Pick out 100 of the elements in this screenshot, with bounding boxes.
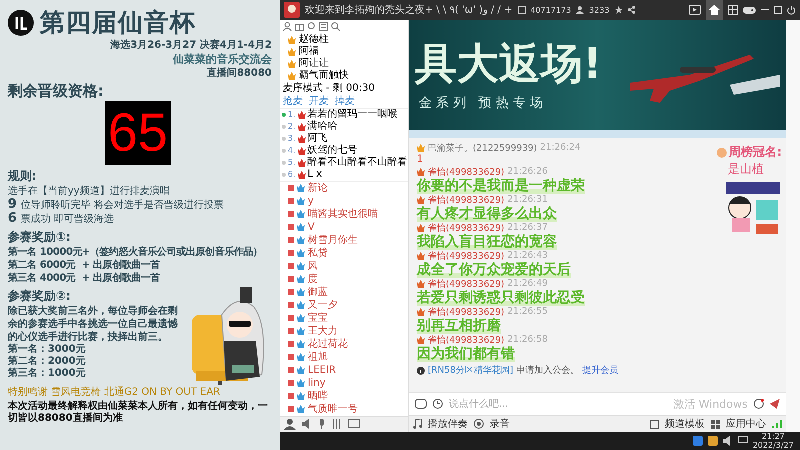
prize-extra: +（签约怒火音乐公司或出原创音乐作品） xyxy=(82,246,264,259)
message-sender: 雀怡(499833629) xyxy=(428,194,505,206)
prize-amount: 10000元 xyxy=(40,246,82,259)
crown-icon xyxy=(417,196,425,204)
prize-extra: + 出原创歌曲一首 xyxy=(82,272,162,285)
home-tab[interactable] xyxy=(706,0,723,20)
search-icon[interactable] xyxy=(331,22,340,31)
maximize-icon[interactable] xyxy=(774,6,782,14)
list-icon[interactable] xyxy=(319,22,328,31)
user-list-item[interactable]: y xyxy=(280,194,408,208)
toolbar-button[interactable]: 播放伴奏 xyxy=(428,417,468,431)
user-icon xyxy=(576,6,584,14)
queue-action-link[interactable]: 抢麦 xyxy=(283,96,303,107)
user-list-item[interactable]: 祖旭 xyxy=(280,350,408,364)
user-list-item[interactable]: 晒哔 xyxy=(280,390,408,403)
queue-rank: 4. xyxy=(288,144,296,157)
prize-line: 第一名：3000元 xyxy=(8,344,87,356)
user-icon[interactable] xyxy=(283,22,292,31)
avatar-icon[interactable] xyxy=(284,418,296,430)
queue-item[interactable]: 4. 妖驾的七号 xyxy=(280,144,408,157)
rule-text: 票成功 即可晋级海选 xyxy=(21,213,114,226)
message-sender: 巴渝菜子。(2122599939) xyxy=(428,142,538,154)
user-list-item[interactable]: 宝宝 xyxy=(280,312,408,325)
user-list-item[interactable]: 新论 xyxy=(280,182,408,195)
queue-action-link[interactable]: 开麦 xyxy=(309,96,329,107)
rule-text: 选手在【当前yy频道】进行排麦演唱 xyxy=(8,185,170,198)
event-subtitle: 仙菜菜的音乐交流会 xyxy=(173,52,272,67)
share-icon[interactable] xyxy=(628,6,636,14)
video-icon[interactable] xyxy=(689,5,701,15)
clock-icon[interactable] xyxy=(433,399,443,409)
medal-icon xyxy=(717,148,728,158)
grid-icon[interactable] xyxy=(728,5,738,15)
user-list-item[interactable]: LEEIR xyxy=(280,364,408,377)
user-list-item[interactable]: 度 xyxy=(280,272,408,286)
emoji-icon[interactable] xyxy=(415,399,427,409)
channel-tree-item[interactable]: 阿让让 xyxy=(280,58,408,70)
user-list-item[interactable]: 花过荷花 xyxy=(280,338,408,351)
crown-icon xyxy=(417,144,425,152)
star-icon[interactable] xyxy=(614,6,623,14)
prize-extra: + 出原创歌曲一首 xyxy=(82,259,162,272)
notice-link[interactable]: 提升会员 xyxy=(582,364,618,377)
send-icon[interactable] xyxy=(770,399,780,409)
room-number: 直播间88080 xyxy=(207,67,272,80)
channel-tree-item[interactable]: 赵德柱 xyxy=(280,34,408,46)
activation-watermark: 激活 Windows xyxy=(673,396,748,412)
user-list-item[interactable]: 御蓝 xyxy=(280,286,408,299)
chat-bubble-icon[interactable] xyxy=(754,399,764,409)
message-time: 21:26:24 xyxy=(540,143,581,153)
reward-description: 除已获大奖前三名外，每位导师会在剩余的参赛选手中各挑选一位自己最遗憾的心仪选手进行比赛，抉择出前三。 xyxy=(8,305,179,344)
power-icon[interactable] xyxy=(787,6,796,14)
user-list-item[interactable]: 树雪月你生 xyxy=(280,234,408,247)
sponsor-text: 特别鸣谢 雪风电竞椅 北通G2 ON BY OUT EAR xyxy=(8,387,222,399)
speaker-icon[interactable] xyxy=(302,419,312,430)
user-list-item[interactable]: liny xyxy=(280,376,408,390)
channel-tree-item[interactable]: 阿福 xyxy=(280,46,408,58)
message-text: 别再互相折磨 xyxy=(417,318,501,334)
queue-item[interactable]: 6. L x xyxy=(280,168,408,181)
user-list-item[interactable]: 风 xyxy=(280,260,408,273)
crown-icon xyxy=(417,224,425,232)
record-icon xyxy=(474,419,484,429)
prize-line: 第二名：2000元 xyxy=(8,356,87,368)
user-list-item[interactable]: 私贷 xyxy=(280,246,408,260)
queue-name: 醉看不山醉看不山醉看 xyxy=(308,156,408,169)
queue-item[interactable]: 3. 阿飞 xyxy=(280,132,408,145)
user-list-item[interactable]: 王大力 xyxy=(280,324,408,338)
queue-item[interactable]: 2. 满哈哈 xyxy=(280,120,408,133)
message-text: 有人疼才显得多么出众 xyxy=(417,206,557,222)
notice-text: 申请加入公会。 xyxy=(516,364,580,377)
app-icon[interactable] xyxy=(708,436,718,446)
user-list-item[interactable]: 又一夕 xyxy=(280,298,408,312)
disclaimer-text: 本次活动最终解释权由仙菜菜本人所有，如有任何变动，一切皆以88080直播间为准 xyxy=(8,401,269,425)
gift-icon[interactable] xyxy=(295,22,304,31)
app-icon[interactable] xyxy=(692,436,703,446)
channel-tree-item[interactable]: 霸气而触快 xyxy=(280,70,408,82)
message-time: 21:26:37 xyxy=(508,223,548,233)
toolbar-button[interactable]: 录音 xyxy=(490,417,510,431)
message-sender: 雀怡(499833629) xyxy=(428,166,505,178)
music-note-icon xyxy=(413,419,422,429)
user-list-item[interactable]: 气质唯一号 xyxy=(280,402,408,416)
user-list-item[interactable]: V xyxy=(280,220,408,234)
message-text: 你要的不是我而是一种虚荣 xyxy=(417,178,585,194)
user-list-item[interactable]: 喵酱其实也很喵 xyxy=(280,208,408,221)
microphone-icon[interactable] xyxy=(318,419,326,430)
clock-date: 2022/3/27 xyxy=(752,441,794,450)
rule-text: 位导师聆听完毕 将会对选手是否晋级进行投票 xyxy=(21,199,224,212)
queue-item[interactable]: 1. 若若的留玛一一咽喉 xyxy=(280,108,408,121)
info-icon xyxy=(417,366,425,374)
prize-rank: 第一名 xyxy=(8,246,38,259)
toolbar-button[interactable]: 频道模板 xyxy=(665,417,705,431)
queue-action-link[interactable]: 掉麦 xyxy=(335,96,355,107)
message-time: 21:26:49 xyxy=(508,279,548,289)
volume-icon[interactable] xyxy=(722,436,733,446)
reward-title: 参赛奖励②: xyxy=(8,288,72,305)
queue-mode: 麦序模式 - 剩 00:30 xyxy=(282,82,376,96)
online-count: 3233 xyxy=(589,6,610,14)
queue-item[interactable]: 5. 醉看不山醉看不山醉看 xyxy=(280,156,408,169)
message-sender: 雀怡(499833629) xyxy=(428,306,505,318)
screen-icon[interactable] xyxy=(348,419,360,430)
mixer-icon[interactable] xyxy=(332,419,342,430)
toolbar-button[interactable]: 应用中心 xyxy=(726,417,766,431)
